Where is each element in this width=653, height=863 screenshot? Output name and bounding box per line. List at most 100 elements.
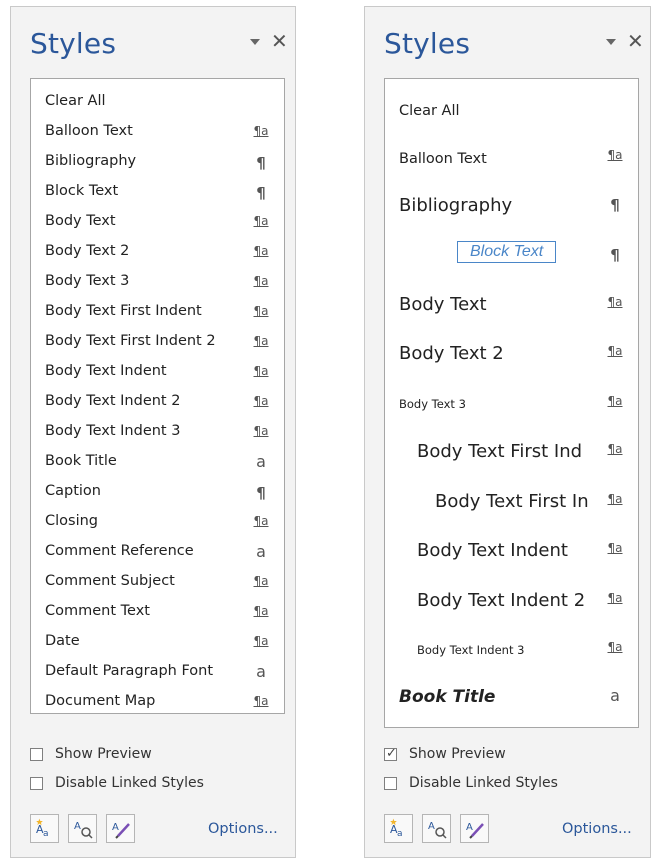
style-item[interactable]: Balloon Text ¶a [385, 143, 638, 183]
style-item[interactable]: Document Map ¶a [31, 687, 284, 713]
paragraph-style-icon: ¶ [610, 246, 620, 264]
linked-style-icon: ¶a [607, 394, 623, 408]
linked-style-icon: ¶a [253, 244, 269, 258]
style-item[interactable]: Comment Text ¶a [31, 597, 284, 627]
svg-text:a: a [43, 829, 49, 839]
styles-list[interactable]: Clear All Balloon Text ¶a Bibliography ¶ Bloc… [30, 78, 285, 714]
linked-style-icon: ¶a [607, 640, 623, 654]
style-item-label: Body Text 2 [399, 343, 504, 364]
style-item-label: Document Map [45, 693, 156, 709]
linked-style-icon: ¶a [253, 304, 269, 318]
style-item[interactable]: Default Paragraph Font a [31, 657, 284, 687]
style-inspector-button[interactable]: A [68, 814, 97, 843]
style-item-label: Body Text 3 [399, 397, 466, 411]
svg-text:A: A [466, 822, 473, 833]
manage-styles-icon: A [466, 822, 484, 839]
style-item[interactable]: Balloon Text ¶a [31, 117, 284, 147]
style-item[interactable]: Comment Subject ¶a [31, 567, 284, 597]
style-item[interactable]: Body Text Indent ¶a [31, 357, 284, 387]
manage-styles-button[interactable]: A [460, 814, 489, 843]
disable-linked-styles-label: Disable Linked Styles [55, 775, 204, 791]
style-item[interactable]: Comment Reference a [31, 537, 284, 567]
style-item[interactable]: Body Text 2 ¶a [385, 339, 638, 379]
style-item-label: Body Text Indent 3 [45, 423, 181, 439]
style-item[interactable]: Bibliography ¶ [385, 191, 638, 231]
linked-style-icon: ¶a [253, 334, 269, 348]
style-item[interactable]: Body Text 3 ¶a [385, 389, 638, 429]
linked-style-icon: ¶a [253, 214, 269, 228]
style-item-label: Comment Reference [45, 543, 194, 559]
style-item[interactable]: Body Text Indent 2 ¶a [31, 387, 284, 417]
style-item[interactable]: Book Title a [385, 683, 638, 723]
style-item-label: Balloon Text [45, 123, 133, 139]
style-item-label: Body Text First Indent 2 [45, 333, 216, 349]
style-item[interactable]: Clear All [31, 87, 284, 117]
disable-linked-styles-checkbox[interactable] [30, 777, 43, 790]
style-item-label: Body Text [399, 294, 487, 315]
pane-options-dropdown-icon[interactable] [606, 39, 616, 45]
style-item[interactable]: Body Text First Indent 2 ¶a [31, 327, 284, 357]
style-item-label: Body Text 3 [45, 273, 130, 289]
style-item-label: Comment Text [45, 603, 150, 619]
style-item[interactable]: Body Text ¶a [385, 290, 638, 330]
show-preview-checkbox[interactable]: ✓ [384, 745, 397, 761]
style-item[interactable]: Body Text 2 ¶a [31, 237, 284, 267]
disable-linked-styles-checkbox[interactable] [384, 777, 397, 790]
style-item-label: Clear All [399, 103, 460, 119]
style-item-label: Default Paragraph Font [45, 663, 214, 679]
style-item-label: Date [45, 633, 80, 649]
pane-title: Styles [30, 27, 117, 60]
linked-style-icon: ¶a [253, 514, 269, 528]
close-icon[interactable]: ✕ [627, 31, 644, 51]
style-item-label: Bibliography [45, 153, 137, 169]
svg-text:A: A [428, 821, 435, 832]
style-item[interactable]: Closing ¶a [31, 507, 284, 537]
style-inspector-button[interactable]: A [422, 814, 451, 843]
manage-styles-button[interactable]: A [106, 814, 135, 843]
style-item[interactable]: Bibliography ¶ [31, 147, 284, 177]
style-item[interactable]: Body Text First Ind ¶a [385, 437, 638, 477]
show-preview-label: Show Preview [55, 746, 152, 762]
style-item[interactable]: Body Text First In ¶a [385, 487, 638, 527]
new-style-button[interactable]: A a [30, 814, 59, 843]
options-link[interactable]: Options... [562, 821, 632, 837]
style-item-label: Body Text Indent [45, 363, 167, 379]
style-item[interactable]: Body Text Indent 3 ¶a [31, 417, 284, 447]
options-link[interactable]: Options... [208, 821, 278, 837]
style-item[interactable]: Body Text Indent 2 ¶a [385, 586, 638, 626]
linked-style-icon: ¶a [607, 591, 623, 605]
style-item[interactable]: Book Title a [31, 447, 284, 477]
style-item-label: Balloon Text [399, 151, 487, 167]
linked-style-icon: ¶a [253, 124, 269, 138]
style-item[interactable]: Clear All [385, 95, 638, 135]
style-item[interactable]: Body Text ¶a [31, 207, 284, 237]
style-item-label: Book Title [45, 453, 117, 469]
style-item[interactable]: Body Text First Indent ¶a [31, 297, 284, 327]
style-inspector-icon: A [74, 821, 93, 839]
close-icon[interactable]: ✕ [271, 31, 288, 51]
linked-style-icon: ¶a [253, 424, 269, 438]
style-item-label: Block Text [457, 241, 557, 263]
style-item[interactable]: Block Text ¶ [31, 177, 284, 207]
style-item[interactable]: Body Text Indent ¶a [385, 536, 638, 576]
style-item[interactable]: Block Text ¶ [385, 241, 638, 281]
linked-style-icon: ¶a [607, 442, 623, 456]
linked-style-icon: ¶a [253, 394, 269, 408]
style-item-label: Block Text [45, 183, 119, 199]
pane-options-dropdown-icon[interactable] [250, 39, 260, 45]
style-item[interactable]: Date ¶a [31, 627, 284, 657]
styles-pane-left: Styles ✕ Clear All Balloon Text ¶a Bibliogr… [10, 6, 296, 858]
styles-list[interactable]: Clear All Balloon Text ¶a Bibliography ¶ Bloc… [384, 78, 639, 728]
style-item[interactable]: Caption ¶ [31, 477, 284, 507]
character-style-icon: a [610, 686, 620, 705]
style-item[interactable]: Body Text 3 ¶a [31, 267, 284, 297]
show-preview-checkbox[interactable] [30, 748, 43, 761]
character-style-icon: a [256, 452, 266, 471]
new-style-button[interactable]: A a [384, 814, 413, 843]
linked-style-icon: ¶a [253, 574, 269, 588]
styles-pane-right: Styles ✕ Clear All Balloon Text ¶a Bibliogr… [364, 6, 651, 858]
style-item[interactable]: Body Text Indent 3 ¶a [385, 635, 638, 675]
linked-style-icon: ¶a [253, 634, 269, 648]
linked-style-icon: ¶a [253, 274, 269, 288]
style-item-label: Caption [45, 483, 101, 499]
